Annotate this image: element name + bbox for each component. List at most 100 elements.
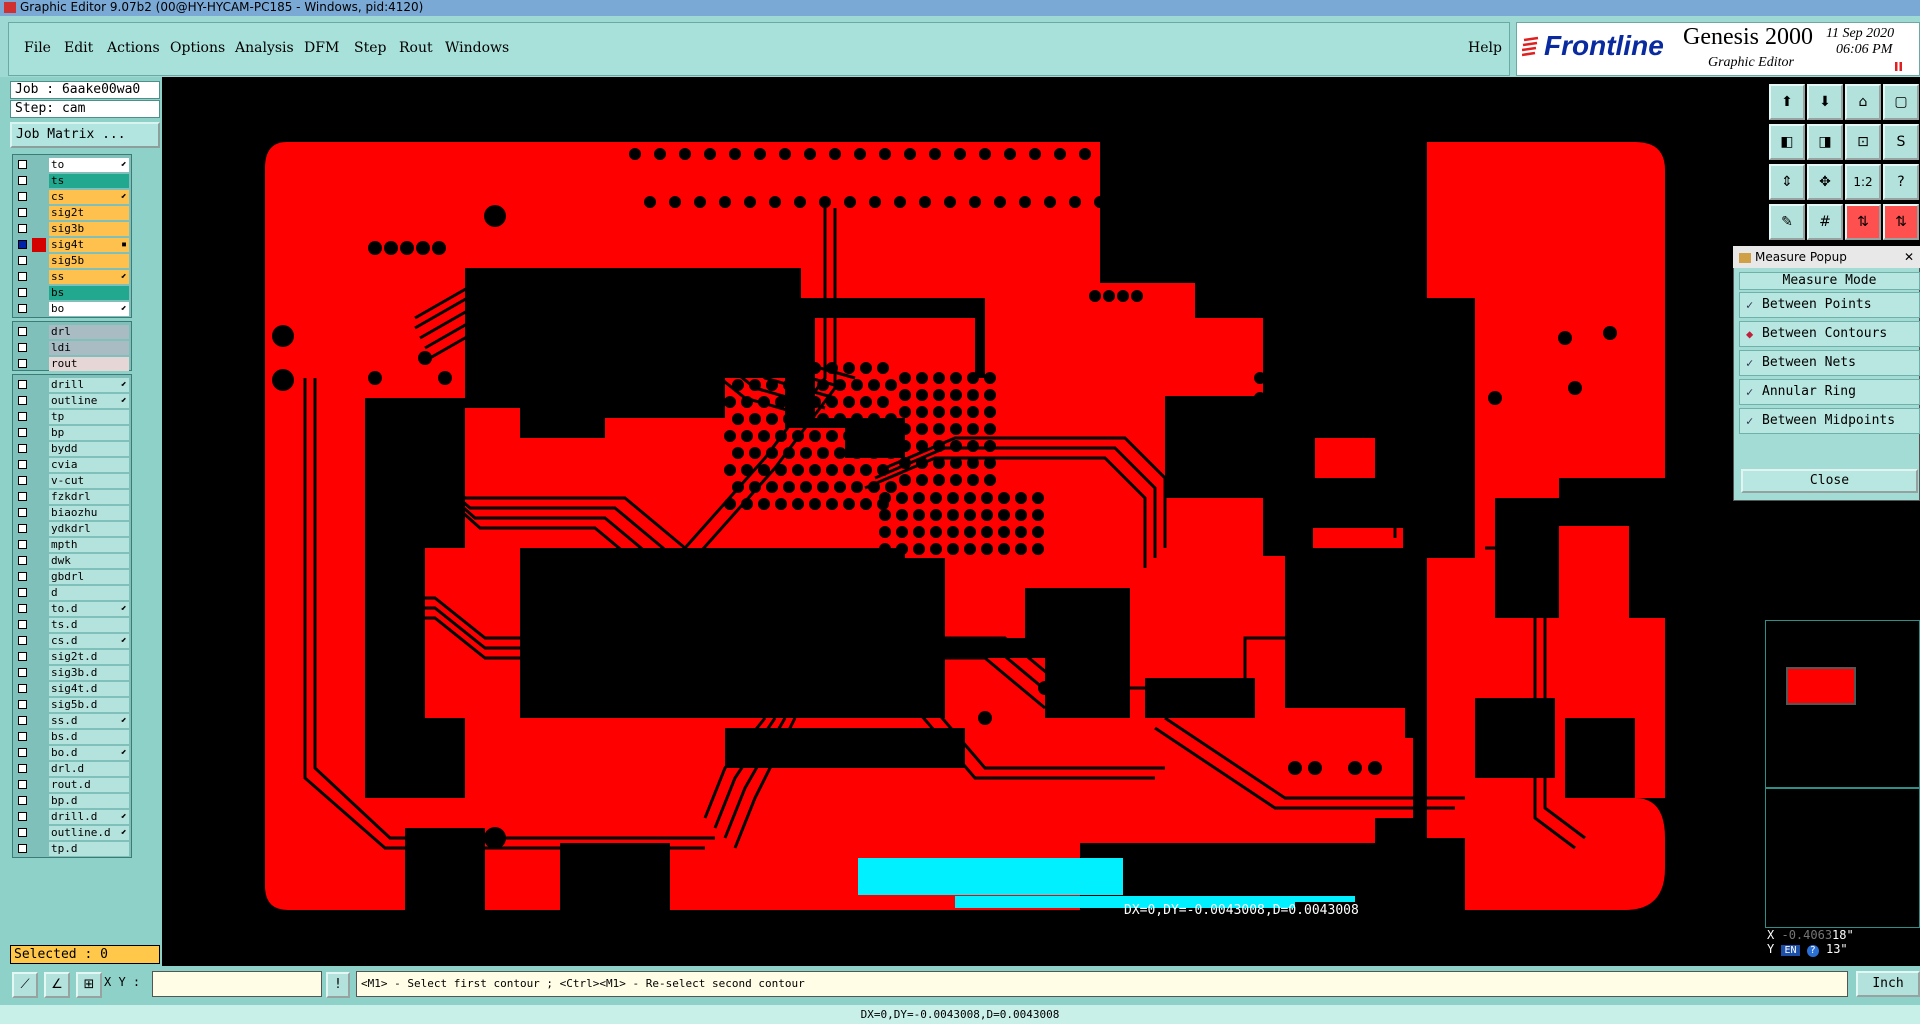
layer-name[interactable]: cvia: [49, 458, 129, 472]
alert-icon[interactable]: !: [326, 972, 350, 998]
menu-windows[interactable]: Windows: [445, 40, 509, 56]
fit-vertical-icon[interactable]: ⇕: [1769, 164, 1805, 200]
layer-row[interactable]: bs: [13, 285, 131, 301]
units-button[interactable]: Inch: [1856, 971, 1920, 997]
layer-color-swatch[interactable]: [32, 490, 46, 504]
pan-left-icon[interactable]: ◧: [1769, 124, 1805, 160]
layer-checkbox[interactable]: [18, 304, 27, 313]
layer-name[interactable]: d: [49, 586, 129, 600]
layer-checkbox[interactable]: [18, 476, 27, 485]
menu-help[interactable]: Help: [1468, 40, 1502, 56]
layer-row[interactable]: sig2t.d: [13, 649, 131, 665]
layer-row[interactable]: outline.d ⬋: [13, 825, 131, 841]
layer-checkbox[interactable]: [18, 652, 27, 661]
layer-color-swatch[interactable]: [32, 238, 46, 252]
layer-checkbox[interactable]: [18, 224, 27, 233]
layer-color-swatch[interactable]: [32, 698, 46, 712]
layer-checkbox[interactable]: [18, 208, 27, 217]
layer-name[interactable]: gbdrl: [49, 570, 129, 584]
layer-checkbox[interactable]: [18, 444, 27, 453]
layer-down-icon[interactable]: ⬇: [1807, 84, 1843, 120]
layer-row[interactable]: bydd: [13, 441, 131, 457]
layer-name[interactable]: drill.d ⬋: [49, 810, 129, 824]
snap-mode-icon[interactable]: ⟋: [12, 972, 38, 998]
layer-name[interactable]: bp: [49, 426, 129, 440]
layer-checkbox[interactable]: [18, 636, 27, 645]
layer-color-swatch[interactable]: [32, 190, 46, 204]
layer-name[interactable]: sig2t.d: [49, 650, 129, 664]
layer-name[interactable]: sig5b: [49, 254, 129, 268]
layer-row[interactable]: drl.d: [13, 761, 131, 777]
layer-checkbox[interactable]: [18, 240, 27, 249]
layer-name[interactable]: v-cut: [49, 474, 129, 488]
layer-name[interactable]: to ⬋: [49, 158, 129, 172]
layer-row[interactable]: rout: [13, 356, 131, 372]
layer-row[interactable]: ldi: [13, 340, 131, 356]
layer-row[interactable]: cvia: [13, 457, 131, 473]
layer-name[interactable]: bs.d: [49, 730, 129, 744]
layer-row[interactable]: sig3b: [13, 221, 131, 237]
layer-color-swatch[interactable]: [32, 842, 46, 856]
layer-row[interactable]: ydkdrl: [13, 521, 131, 537]
menu-step[interactable]: Step: [354, 40, 386, 56]
layer-color-swatch[interactable]: [32, 394, 46, 408]
layer-name[interactable]: cs ⬋: [49, 190, 129, 204]
layer-row[interactable]: to ⬋: [13, 157, 131, 173]
layer-name[interactable]: bp.d: [49, 794, 129, 808]
layer-checkbox[interactable]: [18, 508, 27, 517]
layer-color-swatch[interactable]: [32, 714, 46, 728]
home-icon[interactable]: ⌂: [1845, 84, 1881, 120]
layer-color-swatch[interactable]: [32, 286, 46, 300]
pause-icon[interactable]: [1894, 62, 1903, 71]
layer-name[interactable]: tp: [49, 410, 129, 424]
layer-color-swatch[interactable]: [32, 570, 46, 584]
layer-color-swatch[interactable]: [32, 206, 46, 220]
layer-checkbox[interactable]: [18, 684, 27, 693]
layer-color-swatch[interactable]: [32, 730, 46, 744]
layer-color-swatch[interactable]: [32, 746, 46, 760]
layer-color-swatch[interactable]: [32, 222, 46, 236]
layer-up-icon[interactable]: ⬆: [1769, 84, 1805, 120]
layer-name[interactable]: drl: [49, 325, 129, 339]
layer-row[interactable]: ss.d ⬋: [13, 713, 131, 729]
layer-checkbox[interactable]: [18, 327, 27, 336]
layer-name[interactable]: ss.d ⬋: [49, 714, 129, 728]
language-indicator[interactable]: EN: [1781, 945, 1800, 956]
layer-name[interactable]: bs: [49, 286, 129, 300]
menu-analysis[interactable]: Analysis: [235, 40, 294, 56]
layer-color-swatch[interactable]: [32, 254, 46, 268]
layer-checkbox[interactable]: [18, 668, 27, 677]
menu-file[interactable]: File: [24, 40, 51, 56]
layer-color-swatch[interactable]: [32, 554, 46, 568]
layer-color-swatch[interactable]: [32, 522, 46, 536]
layer-name[interactable]: ldi: [49, 341, 129, 355]
layer-checkbox[interactable]: [18, 700, 27, 709]
layer-color-swatch[interactable]: [32, 826, 46, 840]
layer-color-swatch[interactable]: [32, 426, 46, 440]
layer-row[interactable]: rout.d: [13, 777, 131, 793]
layer-row[interactable]: sig5b: [13, 253, 131, 269]
layer-row[interactable]: v-cut: [13, 473, 131, 489]
layer-checkbox[interactable]: [18, 732, 27, 741]
layer-name[interactable]: rout: [49, 357, 129, 371]
layer-row[interactable]: ss ⬋: [13, 269, 131, 285]
snap-icon[interactable]: ✎: [1769, 204, 1805, 240]
layer-name[interactable]: rout.d: [49, 778, 129, 792]
layer-checkbox[interactable]: [18, 160, 27, 169]
layer-row[interactable]: sig4t ▪: [13, 237, 131, 253]
redraw-icon[interactable]: S: [1883, 124, 1919, 160]
angle-mode-icon[interactable]: ∠: [44, 972, 70, 998]
layer-color-swatch[interactable]: [32, 794, 46, 808]
layer-row[interactable]: drill.d ⬋: [13, 809, 131, 825]
layer-row[interactable]: tp: [13, 409, 131, 425]
layer-checkbox[interactable]: [18, 428, 27, 437]
layer-color-swatch[interactable]: [32, 302, 46, 316]
layer-checkbox[interactable]: [18, 412, 27, 421]
net-icon[interactable]: ⇅: [1883, 204, 1919, 240]
layer-name[interactable]: biaozhu: [49, 506, 129, 520]
layer-color-swatch[interactable]: [32, 357, 46, 371]
layer-checkbox[interactable]: [18, 256, 27, 265]
layer-color-swatch[interactable]: [32, 778, 46, 792]
layer-color-swatch[interactable]: [32, 410, 46, 424]
grid-icon[interactable]: #: [1807, 204, 1843, 240]
